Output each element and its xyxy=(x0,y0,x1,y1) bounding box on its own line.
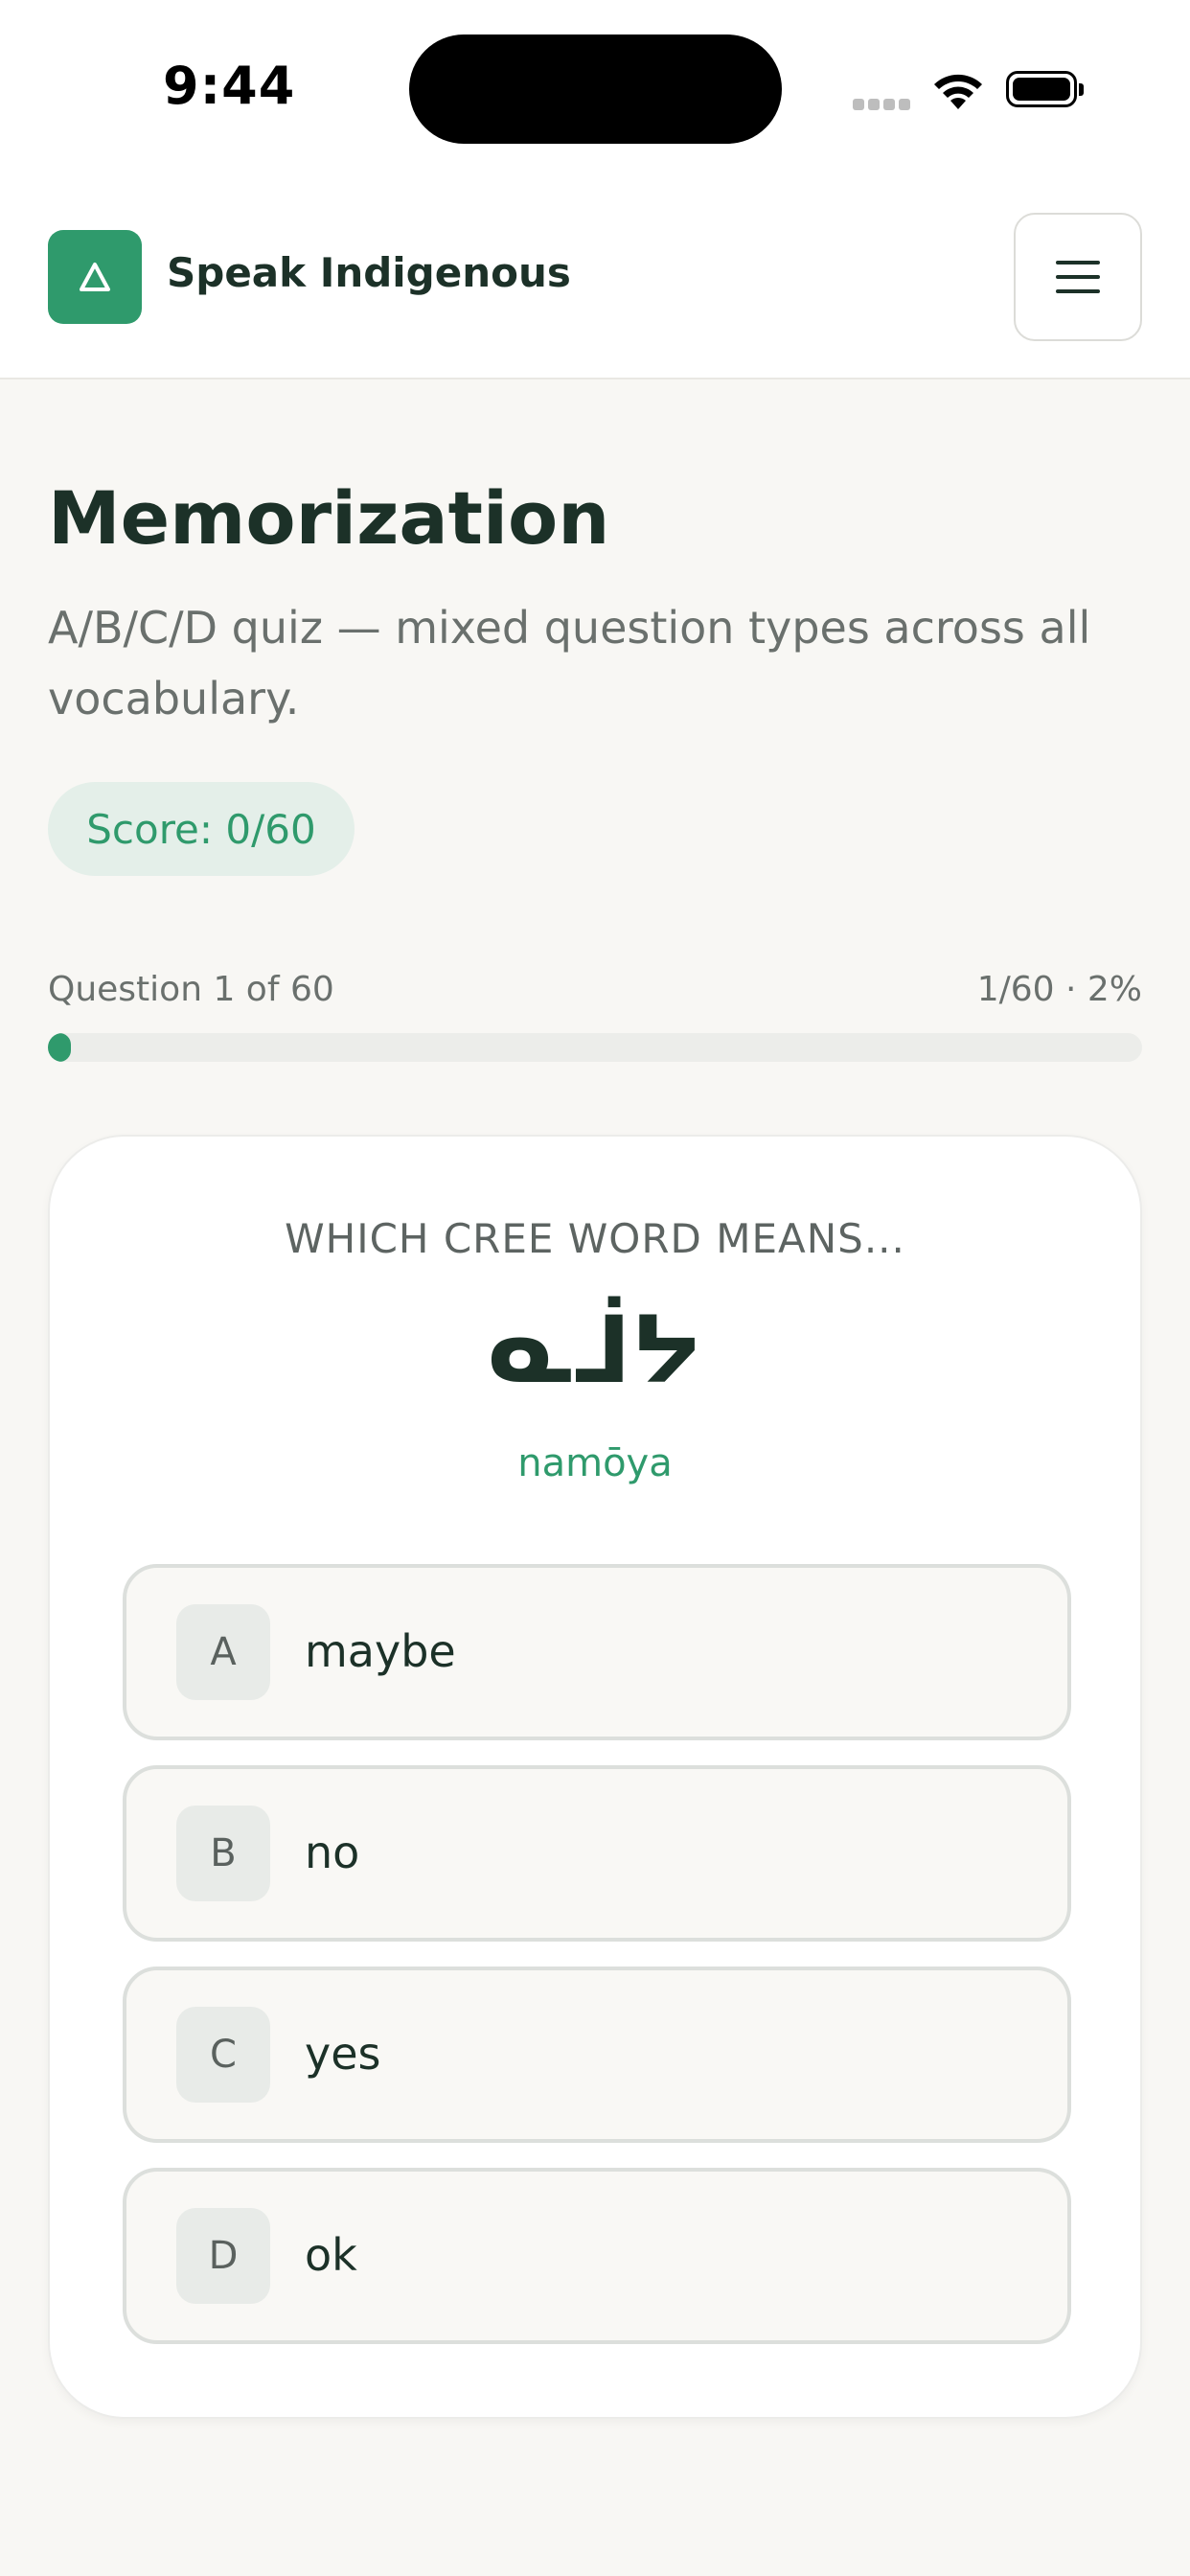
cellular-signal-icon xyxy=(853,96,914,110)
answer-option-c[interactable]: C yes xyxy=(123,1966,1071,2143)
app-logo[interactable] xyxy=(48,230,142,324)
triangle-logo-icon xyxy=(80,263,110,291)
hamburger-icon xyxy=(1056,261,1100,293)
progress-summary: 1/60 · 2% xyxy=(976,970,1142,1009)
cree-syllabics-word: ᓇᒨᔭ xyxy=(487,1297,702,1404)
question-counter: Question 1 of 60 xyxy=(48,970,334,1009)
page-title: Memorization xyxy=(48,475,610,561)
app-header: Speak Indigenous xyxy=(0,182,1190,380)
option-letter: D xyxy=(176,2208,270,2304)
option-text: ok xyxy=(305,2229,357,2281)
answer-options: A maybe B no C yes D ok xyxy=(123,1564,1071,2369)
answer-option-a[interactable]: A maybe xyxy=(123,1564,1071,1740)
quiz-card: WHICH CREE WORD MEANS... ᓇᒨᔭ namōya A ma… xyxy=(48,1135,1142,2419)
wifi-icon xyxy=(934,74,982,109)
status-bar: 9:44 xyxy=(0,0,1190,182)
option-text: yes xyxy=(305,2028,381,2080)
dynamic-island xyxy=(409,34,782,144)
question-prompt: WHICH CREE WORD MEANS... xyxy=(285,1215,905,1262)
progress-fill xyxy=(48,1033,71,1062)
option-text: maybe xyxy=(305,1625,456,1677)
page-description: A/B/C/D quiz — mixed question types acro… xyxy=(48,602,1091,724)
option-letter: A xyxy=(176,1604,270,1700)
progress-bar xyxy=(48,1033,1142,1062)
score-badge: Score: 0/60 xyxy=(48,782,355,876)
answer-option-b[interactable]: B no xyxy=(123,1765,1071,1942)
brand-name[interactable]: Speak Indigenous xyxy=(167,249,571,296)
answer-option-d[interactable]: D ok xyxy=(123,2168,1071,2344)
status-time: 9:44 xyxy=(163,56,296,116)
battery-icon xyxy=(1006,71,1084,107)
menu-button[interactable] xyxy=(1014,213,1142,341)
cree-romanized-word: namōya xyxy=(517,1441,673,1485)
option-letter: C xyxy=(176,2007,270,2103)
option-letter: B xyxy=(176,1806,270,1901)
option-text: no xyxy=(305,1827,360,1878)
